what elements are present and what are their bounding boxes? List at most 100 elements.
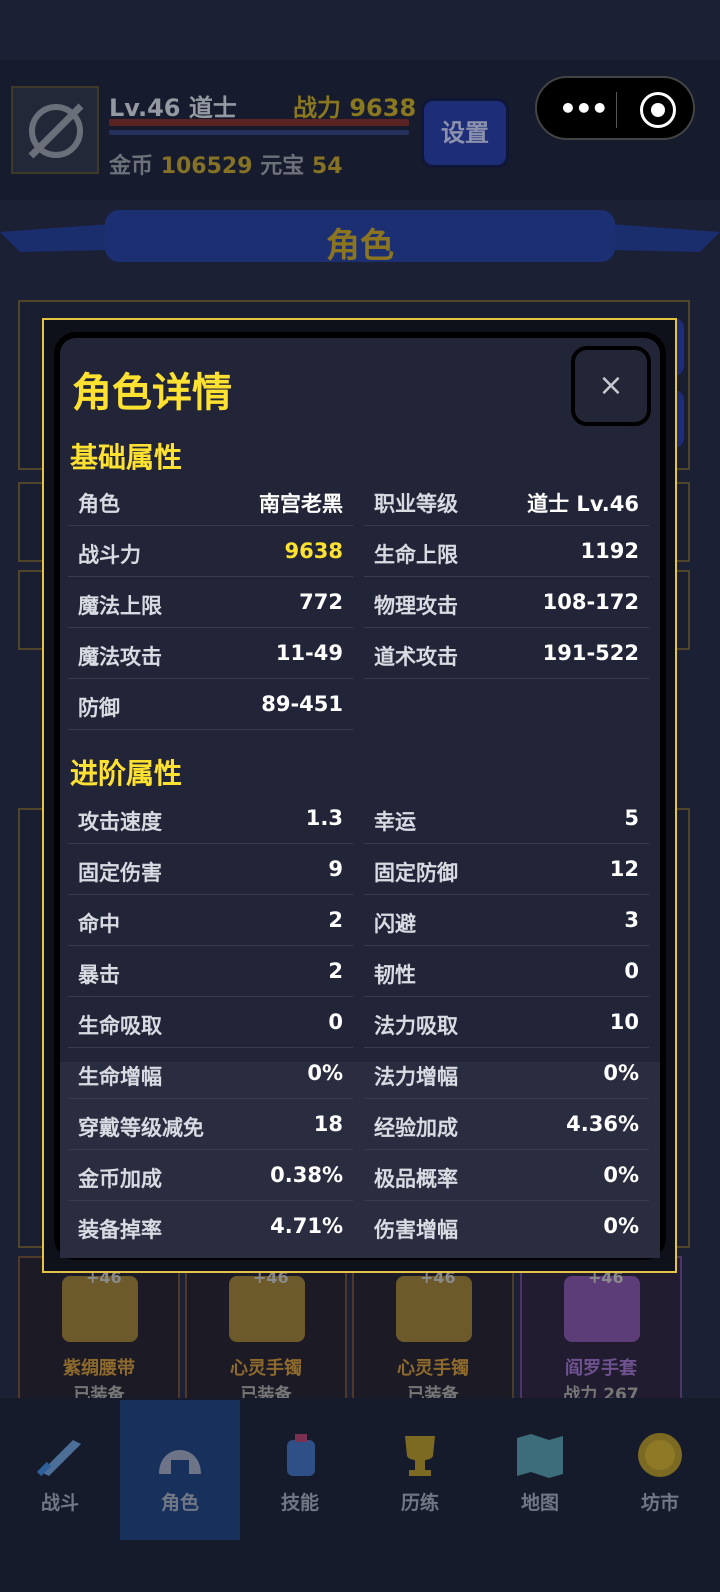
- attribute-label: 极品概率: [374, 1167, 458, 1191]
- equipment-slot[interactable]: +46 心灵手镯 已装备: [352, 1256, 514, 1405]
- attribute-row: 闪避 3: [364, 896, 649, 946]
- attribute-row: 魔法上限 772: [68, 578, 353, 628]
- attribute-label: 攻击速度: [78, 810, 162, 834]
- tab-label: 战斗: [40, 1492, 79, 1514]
- attribute-row: 伤害增幅 0%: [364, 1202, 649, 1248]
- attribute-value: 5: [624, 806, 639, 830]
- map-icon: [517, 1434, 563, 1478]
- attribute-value: 0%: [603, 1061, 639, 1085]
- attribute-label: 命中: [78, 912, 120, 936]
- attribute-row: 极品概率 0%: [364, 1151, 649, 1201]
- attribute-row: 魔法攻击 11-49: [68, 629, 353, 679]
- tab-training[interactable]: 历练: [360, 1430, 480, 1515]
- ingot-label: 元宝: [260, 154, 305, 179]
- attribute-value: 2: [328, 908, 343, 932]
- attribute-value: 191-522: [542, 641, 639, 665]
- gold-label: 金币: [109, 154, 154, 179]
- attribute-label: 角色: [78, 492, 120, 516]
- attribute-label: 道术攻击: [374, 645, 458, 669]
- equip-name: 紫绸腰带: [63, 1358, 135, 1379]
- tab-label: 技能: [280, 1492, 319, 1514]
- helmet-icon: [159, 1450, 201, 1474]
- tab-label: 历练: [400, 1492, 439, 1514]
- attribute-label: 固定防御: [374, 861, 458, 885]
- close-miniprogram-icon[interactable]: [640, 92, 676, 128]
- attribute-row: 法力吸取 10: [364, 998, 649, 1048]
- attribute-label: 生命上限: [374, 543, 458, 567]
- page-title: 角色: [326, 226, 394, 266]
- attribute-value: 0: [328, 1010, 343, 1034]
- attribute-value: 18: [313, 1112, 343, 1136]
- attribute-value: 9: [328, 857, 343, 881]
- attribute-label: 经验加成: [374, 1116, 458, 1140]
- attribute-value: 0%: [603, 1214, 639, 1238]
- more-icon[interactable]: •••: [559, 92, 609, 125]
- attribute-value: 12: [609, 857, 639, 881]
- attribute-label: 伤害增幅: [374, 1218, 458, 1242]
- mp-bar: [109, 130, 409, 135]
- close-icon: ×: [598, 368, 624, 403]
- attribute-value: 0%: [307, 1061, 343, 1085]
- tab-map[interactable]: 地图: [480, 1430, 600, 1515]
- attribute-row: 生命上限 1192: [364, 527, 649, 577]
- attribute-row: 韧性 0: [364, 947, 649, 997]
- attribute-value: 0.38%: [270, 1163, 343, 1187]
- advanced-attributes-heading: 进阶属性: [70, 757, 183, 790]
- tab-character[interactable]: 角色: [120, 1430, 240, 1515]
- avatar[interactable]: [11, 86, 99, 174]
- capsule-divider: [616, 92, 617, 128]
- equip-name: 心灵手镯: [397, 1358, 469, 1379]
- settings-button[interactable]: 设置: [421, 98, 509, 168]
- sword-icon: [36, 1440, 81, 1477]
- attribute-value: 772: [299, 590, 343, 614]
- tab-skills[interactable]: 技能: [240, 1430, 360, 1515]
- attribute-row: 命中 2: [68, 896, 353, 946]
- equipment-slot[interactable]: +46 阎罗手套 战力 267: [520, 1256, 682, 1405]
- attribute-row: 攻击速度 1.3: [68, 794, 353, 844]
- attribute-row: 生命增幅 0%: [68, 1049, 353, 1099]
- attribute-label: 穿戴等级减免: [78, 1116, 204, 1140]
- attribute-label: 闪避: [374, 912, 416, 936]
- class-emblem-icon: [28, 103, 84, 159]
- attribute-row: 穿戴等级减免 18: [68, 1100, 353, 1150]
- modal-title: 角色详情: [72, 370, 232, 416]
- attribute-label: 幸运: [374, 810, 416, 834]
- power-label: 战力: [293, 94, 341, 122]
- attribute-value: 0: [624, 959, 639, 983]
- power-display: 战力 9638: [293, 88, 416, 123]
- attribute-row: 固定防御 12: [364, 845, 649, 895]
- attribute-row: 角色 南宫老黑: [68, 476, 353, 526]
- attribute-value: 0%: [603, 1163, 639, 1187]
- attribute-label: 生命增幅: [78, 1065, 162, 1089]
- equip-name: 阎罗手套: [565, 1358, 637, 1379]
- level-class: Lv.46 道士: [109, 94, 237, 122]
- equipment-slot[interactable]: +46 紫绸腰带 已装备: [18, 1256, 180, 1405]
- attribute-row: 金币加成 0.38%: [68, 1151, 353, 1201]
- attribute-value: 1192: [580, 539, 639, 563]
- attribute-label: 职业等级: [374, 492, 458, 516]
- attribute-value: 10: [609, 1010, 639, 1034]
- attribute-row: 职业等级 道士 Lv.46: [364, 476, 649, 526]
- attribute-label: 金币加成: [78, 1167, 162, 1191]
- attribute-value: 4.36%: [566, 1112, 639, 1136]
- basic-attributes-heading: 基础属性: [70, 441, 183, 474]
- close-button[interactable]: ×: [571, 346, 651, 426]
- attribute-label: 固定伤害: [78, 861, 162, 885]
- attribute-value: 108-172: [542, 590, 639, 614]
- attribute-label: 防御: [78, 696, 120, 720]
- tab-battle[interactable]: 战斗: [0, 1430, 120, 1515]
- tab-label: 角色: [160, 1492, 199, 1514]
- attribute-value: 2: [328, 959, 343, 983]
- attribute-row: 幸运 5: [364, 794, 649, 844]
- attribute-label: 魔法攻击: [78, 645, 162, 669]
- attribute-label: 战斗力: [78, 543, 141, 567]
- miniprogram-capsule: •••: [535, 76, 695, 140]
- attribute-label: 法力增幅: [374, 1065, 458, 1089]
- attribute-row: 装备掉率 4.71%: [68, 1202, 353, 1248]
- tab-market[interactable]: 坊市: [600, 1430, 720, 1515]
- attribute-label: 法力吸取: [374, 1014, 458, 1038]
- attribute-row: 经验加成 4.36%: [364, 1100, 649, 1150]
- gold-value: 106529: [160, 154, 253, 179]
- attribute-row: 道术攻击 191-522: [364, 629, 649, 679]
- equipment-slot[interactable]: +46 心灵手镯 已装备: [185, 1256, 347, 1405]
